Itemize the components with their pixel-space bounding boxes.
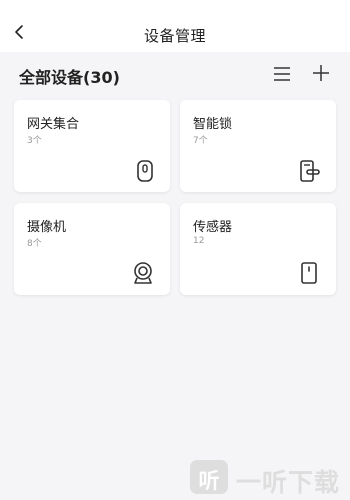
device-count: 12 [193, 236, 205, 246]
device-card-smart-lock[interactable]: 智能锁 7个 [180, 100, 336, 192]
watermark-logo: 听 一听下载 [188, 454, 350, 500]
section-title: 全部设备(30) [19, 68, 120, 87]
watermark-logo-box: 听 [190, 460, 228, 494]
list-icon [274, 67, 290, 81]
device-count: 8个 [27, 239, 42, 249]
section-header: 全部设备(30) [0, 52, 350, 94]
sensor-icon [301, 262, 317, 284]
smart-lock-icon [300, 160, 320, 182]
add-device-button[interactable] [312, 64, 330, 82]
device-count: 7个 [193, 136, 208, 146]
gateway-icon [137, 160, 153, 182]
page-title: 设备管理 [143, 27, 206, 45]
device-card-camera[interactable]: 摄像机 8个 [14, 203, 170, 295]
device-name: 摄像机 [27, 220, 67, 235]
top-bar: 设备管理 [0, 0, 350, 52]
plus-icon [313, 65, 329, 81]
watermark-logo-char: 听 [198, 469, 220, 493]
device-card-sensor[interactable]: 传感器 12 [180, 203, 336, 295]
device-name: 智能锁 [193, 117, 233, 132]
device-count: 3个 [27, 136, 42, 146]
watermark-text: 一听下载 [236, 468, 341, 497]
list-view-button[interactable] [272, 65, 292, 83]
device-card-gateway[interactable]: 网关集合 3个 [14, 100, 170, 192]
device-name: 传感器 [193, 220, 233, 235]
camera-icon [134, 262, 152, 284]
device-name: 网关集合 [27, 117, 80, 132]
